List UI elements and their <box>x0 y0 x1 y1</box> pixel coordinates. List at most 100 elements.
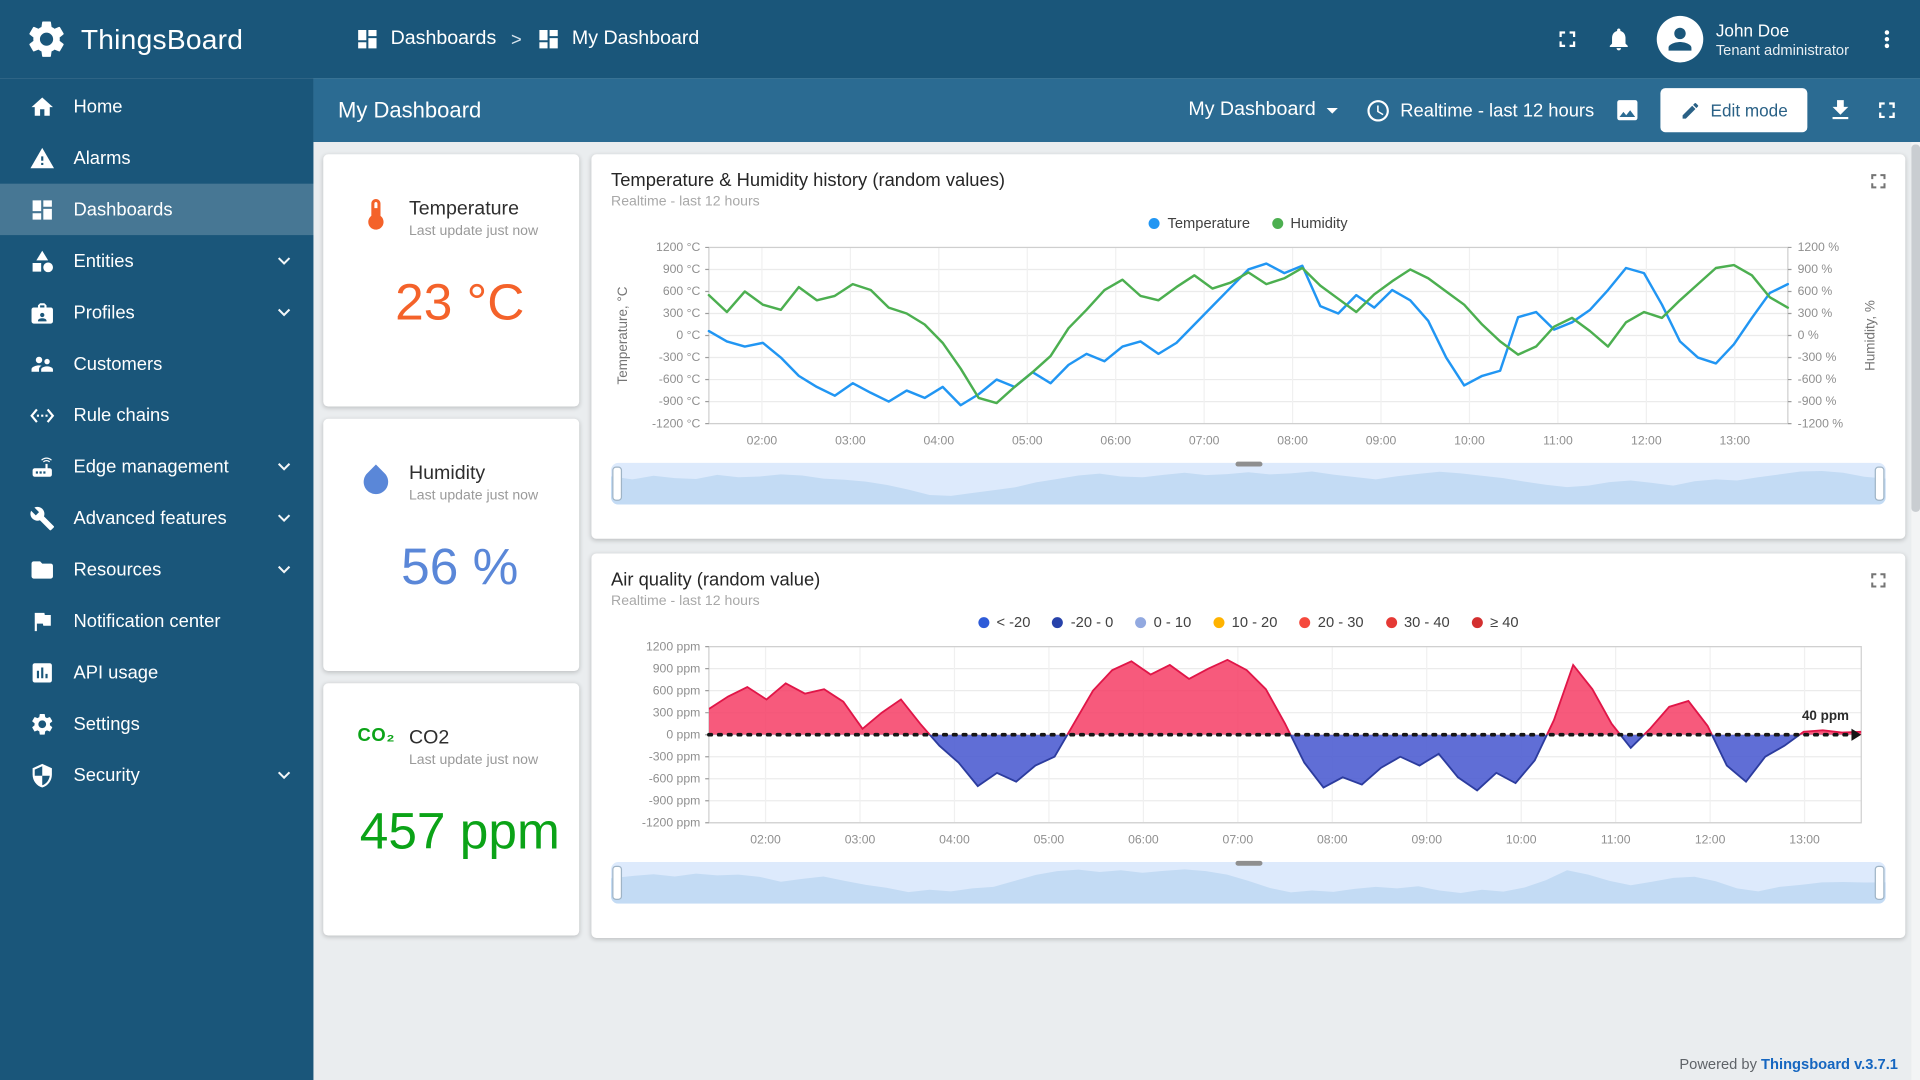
sidebar-item-dashboards[interactable]: Dashboards <box>0 184 313 235</box>
sidebar-item-customers[interactable]: Customers <box>0 338 313 389</box>
card-subtitle: Last update just now <box>409 753 538 768</box>
sidebar-item-advanced-features[interactable]: Advanced features <box>0 492 313 543</box>
legend-item[interactable]: Humidity <box>1272 214 1348 231</box>
sidebar-item-resources[interactable]: Resources <box>0 544 313 595</box>
svg-text:300 %: 300 % <box>1798 306 1833 320</box>
sidebar-item-profiles[interactable]: Profiles <box>0 287 313 338</box>
legend-label: ≥ 40 <box>1490 613 1519 630</box>
expand-chart-icon[interactable] <box>1866 568 1890 599</box>
chart-title: Air quality (random value) <box>611 569 1886 590</box>
sidebar-item-rule-chains[interactable]: Rule chains <box>0 389 313 440</box>
svg-text:03:00: 03:00 <box>845 833 876 847</box>
time-range-selector[interactable] <box>611 463 1886 505</box>
sidebar-item-notification-center[interactable]: Notification center <box>0 595 313 646</box>
header-actions: John Doe Tenant administrator <box>1554 16 1920 63</box>
fullscreen-icon[interactable] <box>1873 97 1900 124</box>
sidebar-item-home[interactable]: Home <box>0 81 313 132</box>
legend-dot-icon <box>1299 617 1310 628</box>
sidebar-item-entities[interactable]: Entities <box>0 235 313 286</box>
svg-text:900 °C: 900 °C <box>663 262 701 276</box>
legend-item[interactable]: -20 - 0 <box>1052 613 1113 630</box>
dropdown-caret-icon <box>1318 97 1345 124</box>
app-logo[interactable]: ThingsBoard <box>0 17 313 61</box>
humidity-value: 56 % <box>358 538 562 597</box>
co2-card[interactable]: CO₂ CO2 Last update just now 457 ppm <box>323 683 579 935</box>
legend-item[interactable]: 20 - 30 <box>1299 613 1363 630</box>
range-handle-right[interactable] <box>1875 467 1885 501</box>
air-quality-chart[interactable]: 02:0003:0004:0005:0006:0007:0008:0009:00… <box>611 637 1886 855</box>
legend-label: 20 - 30 <box>1318 613 1364 630</box>
build-wrench-icon <box>29 505 55 531</box>
legend-dot-icon <box>1149 217 1160 228</box>
svg-text:05:00: 05:00 <box>1034 833 1065 847</box>
range-handle-right[interactable] <box>1875 866 1885 900</box>
humidity-card[interactable]: Humidity Last update just now 56 % <box>323 419 579 671</box>
legend-item[interactable]: 30 - 40 <box>1386 613 1450 630</box>
time-range-selector[interactable] <box>611 862 1886 904</box>
breadcrumb: Dashboards > My Dashboard <box>355 27 699 51</box>
svg-text:04:00: 04:00 <box>924 433 955 447</box>
user-role: Tenant administrator <box>1716 42 1849 59</box>
dashboard-select[interactable]: My Dashboard <box>1188 97 1345 124</box>
svg-text:300 ppm: 300 ppm <box>653 705 701 719</box>
image-export-icon[interactable] <box>1614 97 1641 124</box>
sidebar-item-alarms[interactable]: Alarms <box>0 132 313 183</box>
powered-by-footer: Powered by Thingsboard v.3.7.1 <box>1679 1056 1898 1073</box>
card-subtitle: Last update just now <box>409 489 538 504</box>
sidebar-item-security[interactable]: Security <box>0 749 313 800</box>
svg-text:40 ppm: 40 ppm <box>1802 708 1849 723</box>
card-title: Humidity <box>409 463 538 485</box>
range-handle-left[interactable] <box>612 467 622 501</box>
shield-icon <box>29 762 55 788</box>
legend-item[interactable]: 10 - 20 <box>1213 613 1277 630</box>
sidebar: Home Alarms Dashboards Entities Profiles <box>0 78 313 1080</box>
breadcrumb-dashboards[interactable]: Dashboards <box>355 27 496 51</box>
people-icon <box>29 351 55 377</box>
edit-mode-button[interactable]: Edit mode <box>1660 88 1807 132</box>
vertical-scrollbar[interactable] <box>1911 142 1920 1080</box>
legend-dot-icon <box>1135 617 1146 628</box>
legend-item[interactable]: < -20 <box>978 613 1030 630</box>
svg-text:1200 %: 1200 % <box>1798 240 1840 254</box>
value-cards-column: Temperature Last update just now 23 °C <box>323 154 579 1080</box>
sidebar-item-label: Rule chains <box>73 405 296 426</box>
air-quality-chart-card: Air quality (random value) Realtime - la… <box>591 553 1905 937</box>
range-grip[interactable] <box>1235 462 1262 467</box>
thingsboard-version-link[interactable]: Thingsboard v.3.7.1 <box>1761 1056 1898 1073</box>
legend-item[interactable]: Temperature <box>1149 214 1250 231</box>
legend-item[interactable]: 0 - 10 <box>1135 613 1191 630</box>
svg-text:900 %: 900 % <box>1798 262 1833 276</box>
svg-text:-900 %: -900 % <box>1798 394 1837 408</box>
legend-dot-icon <box>1386 617 1397 628</box>
notifications-bell-icon[interactable] <box>1606 26 1633 53</box>
user-menu[interactable]: John Doe Tenant administrator <box>1657 16 1849 63</box>
dashboard-select-value: My Dashboard <box>1188 99 1315 121</box>
svg-text:12:00: 12:00 <box>1695 833 1726 847</box>
dashboard-toolbar: My Dashboard My Dashboard Realtime - las… <box>313 78 1920 142</box>
more-vert-icon[interactable] <box>1873 26 1900 53</box>
sidebar-item-edge-management[interactable]: Edge management <box>0 441 313 492</box>
sidebar-item-settings[interactable]: Settings <box>0 698 313 749</box>
charts-column: Temperature & Humidity history (random v… <box>591 154 1905 1080</box>
svg-text:08:00: 08:00 <box>1277 433 1308 447</box>
scrollbar-thumb[interactable] <box>1911 144 1920 511</box>
sidebar-item-label: API usage <box>73 662 296 683</box>
svg-text:13:00: 13:00 <box>1719 433 1750 447</box>
range-grip[interactable] <box>1235 861 1262 866</box>
fullscreen-icon[interactable] <box>1554 26 1581 53</box>
range-handle-left[interactable] <box>612 866 622 900</box>
time-window-button[interactable]: Realtime - last 12 hours <box>1365 97 1594 123</box>
sidebar-item-api-usage[interactable]: API usage <box>0 647 313 698</box>
temperature-humidity-chart[interactable]: 02:0003:0004:0005:0006:0007:0008:0009:00… <box>611 238 1886 456</box>
card-title: Temperature <box>409 198 538 220</box>
flag-icon <box>29 608 55 634</box>
legend-item[interactable]: ≥ 40 <box>1472 613 1519 630</box>
breadcrumb-my-dashboard[interactable]: My Dashboard <box>536 27 699 51</box>
temperature-card[interactable]: Temperature Last update just now 23 °C <box>323 154 579 406</box>
svg-text:Humidity, %: Humidity, % <box>1863 300 1878 371</box>
category-icon <box>29 248 55 274</box>
expand-chart-icon[interactable] <box>1866 169 1890 200</box>
download-icon[interactable] <box>1827 97 1854 124</box>
legend-label: 0 - 10 <box>1154 613 1192 630</box>
chart-legend: < -20 -20 - 0 0 - 10 10 - 20 20 - 30 30 - 40 ≥… <box>611 610 1886 634</box>
